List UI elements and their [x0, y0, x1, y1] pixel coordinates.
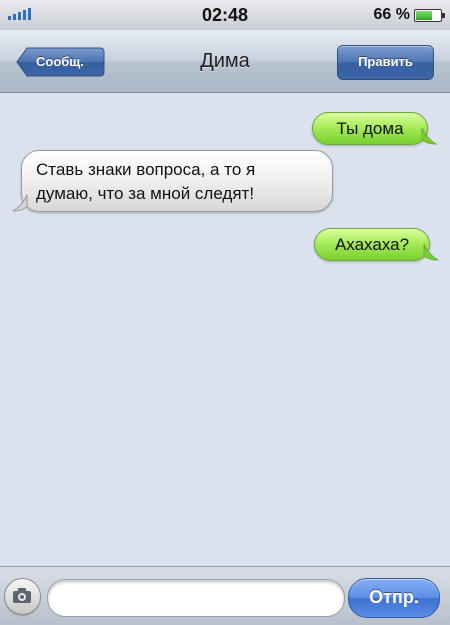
message-text: Ахахаха?: [334, 235, 410, 254]
battery-percentage: 66 %: [373, 6, 410, 23]
bubble-tail: [12, 194, 28, 212]
camera-icon: [13, 588, 31, 603]
message-thread: Ты дома Ставь знаки вопроса, а то я дума…: [0, 93, 450, 565]
message-text: Ты дома: [336, 119, 404, 138]
message-input[interactable]: [47, 579, 345, 617]
camera-button[interactable]: [4, 578, 41, 615]
status-bar: 02:48 66 %: [0, 0, 450, 31]
navigation-bar: Сообщ. Дима Править: [0, 30, 450, 93]
message-bubble-outgoing: Ахахаха?: [314, 228, 439, 261]
send-button[interactable]: Отпр.: [348, 578, 440, 618]
battery-level: [416, 11, 432, 20]
edit-button[interactable]: Править: [337, 45, 434, 80]
message-text: Ставь знаки вопроса, а то я думаю, что з…: [36, 160, 256, 203]
edit-button-label: Править: [358, 54, 413, 69]
send-button-label: Отпр.: [369, 587, 419, 607]
message-bubble-outgoing: Ты дома: [312, 112, 437, 145]
message-bubble-incoming: Ставь знаки вопроса, а то я думаю, что з…: [12, 150, 333, 212]
battery-icon: [414, 9, 445, 22]
compose-bar: Отпр.: [0, 566, 450, 625]
